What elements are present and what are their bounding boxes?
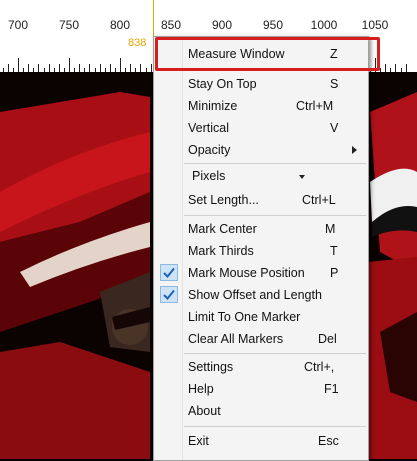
ruler-tick <box>28 64 29 72</box>
menu-item-stay-on-top[interactable]: Stay On Top S <box>156 73 366 95</box>
ruler-tick <box>89 64 90 72</box>
menu-item-settings[interactable]: Settings Ctrl+, <box>156 356 366 378</box>
menu-item-label: Opacity <box>188 143 231 157</box>
menu-item-mark-thirds[interactable]: Mark Thirds T <box>156 240 366 262</box>
ruler-label: 950 <box>262 18 284 32</box>
menu-item-label: Clear All Markers <box>188 332 284 346</box>
menu-item-set-length[interactable]: Set Length... Ctrl+L <box>156 189 366 211</box>
menu-item-label: Mark Thirds <box>188 244 254 258</box>
units-select-value: Pixels <box>192 169 226 183</box>
menu-item-label: Set Length... <box>188 193 259 207</box>
menu-item-label: Show Offset and Length <box>188 288 322 302</box>
menu-item-shortcut: Ctrl+, <box>304 360 335 374</box>
menu-item-label: Help <box>188 382 214 396</box>
menu-item-label: Settings <box>188 360 234 374</box>
chevron-down-icon <box>299 175 305 179</box>
menu-item-label: About <box>188 404 221 418</box>
menu-item-clear-all-markers[interactable]: Clear All Markers Del <box>156 328 366 350</box>
ruler-cursor-value: 838 <box>128 37 147 49</box>
menu-item-shortcut: F1 <box>324 382 339 396</box>
ruler-tick <box>8 64 9 72</box>
ruler-tick <box>49 64 50 72</box>
menu-separator <box>184 163 366 164</box>
menu-item-shortcut: V <box>330 121 339 135</box>
ruler-tick <box>130 64 131 72</box>
menu-item-shortcut: M <box>325 222 336 236</box>
ruler-tick <box>140 64 141 72</box>
menu-item-exit[interactable]: Exit Esc <box>156 430 366 452</box>
ruler-tick <box>151 64 152 72</box>
menu-item-show-offset-and-length[interactable]: Show Offset and Length <box>156 284 366 306</box>
menu-item-label: Vertical <box>188 121 229 135</box>
ruler-label: 900 <box>211 18 233 32</box>
ruler-label: 1000 <box>310 18 338 32</box>
ruler-label: 850 <box>160 18 182 32</box>
menu-item-shortcut: Ctrl+L <box>302 193 336 207</box>
menu-item-minimize[interactable]: Minimize Ctrl+M <box>156 95 366 117</box>
menu-item-limit-to-one-marker[interactable]: Limit To One Marker <box>156 306 366 328</box>
ruler-tick <box>79 64 80 72</box>
menu-item-shortcut: Esc <box>318 434 339 448</box>
menu-separator <box>184 215 366 216</box>
chevron-right-icon <box>352 146 357 154</box>
ruler-tick <box>110 64 111 72</box>
menu-item-label: Limit To One Marker <box>188 310 301 324</box>
menu-item-mark-mouse-position[interactable]: Mark Mouse Position P <box>156 262 366 284</box>
menu-item-label: Minimize <box>188 99 238 113</box>
menu-item-help[interactable]: Help F1 <box>156 378 366 400</box>
context-menu: Measure Window Z Stay On Top S Minimize … <box>153 36 369 461</box>
menu-item-mark-center[interactable]: Mark Center M <box>156 218 366 240</box>
ruler-tick <box>385 64 386 72</box>
menu-item-units[interactable]: Pixels <box>156 165 366 187</box>
menu-item-label: Stay On Top <box>188 77 257 91</box>
ruler-tick <box>59 64 60 72</box>
check-icon <box>160 264 178 281</box>
units-select[interactable]: Pixels <box>188 165 305 187</box>
ruler-label: 1050 <box>361 18 389 32</box>
ruler-label: 750 <box>58 18 80 32</box>
ruler-tick <box>18 58 19 72</box>
ruler-tick <box>395 64 396 72</box>
menu-item-label: Exit <box>188 434 209 448</box>
ruler-tick <box>120 58 121 72</box>
ruler-label: 700 <box>7 18 29 32</box>
menu-item-shortcut: Del <box>318 332 337 346</box>
menu-item-vertical[interactable]: Vertical V <box>156 117 366 139</box>
menu-item-about[interactable]: About <box>156 400 366 422</box>
menu-item-shortcut: T <box>330 244 338 258</box>
menu-item-label: Mark Mouse Position <box>188 266 305 280</box>
menu-item-shortcut: S <box>330 77 339 91</box>
menu-item-opacity[interactable]: Opacity <box>156 139 366 161</box>
ruler-tick <box>38 64 39 72</box>
ruler-tick <box>100 64 101 72</box>
ruler-label: 800 <box>109 18 131 32</box>
menu-separator <box>184 426 366 427</box>
ruler-tick <box>406 64 407 72</box>
menu-item-label: Mark Center <box>188 222 257 236</box>
menu-separator <box>184 353 366 354</box>
menu-item-shortcut: Ctrl+M <box>296 99 334 113</box>
highlight-box <box>155 37 380 71</box>
check-icon <box>160 286 178 303</box>
ruler-tick <box>69 58 70 72</box>
menu-item-shortcut: P <box>330 266 339 280</box>
